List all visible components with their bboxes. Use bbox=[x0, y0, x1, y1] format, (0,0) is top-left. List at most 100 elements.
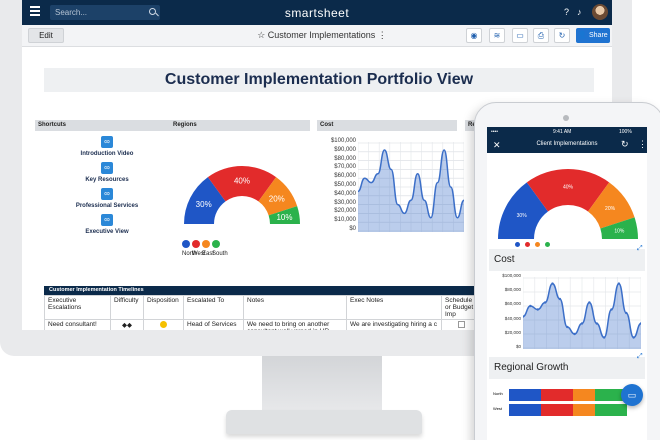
legend-item-east: East bbox=[535, 240, 544, 256]
app-logo[interactable]: smartsheet bbox=[262, 6, 372, 20]
data-point bbox=[602, 336, 606, 339]
data-point bbox=[632, 336, 635, 339]
monitor-icon: ▭ bbox=[627, 390, 637, 400]
battery-level: 100% bbox=[619, 129, 632, 135]
legend-item-east: East bbox=[202, 240, 214, 257]
table-cell[interactable]: Need consultant! bbox=[44, 319, 111, 330]
phone-status-bar: •••• 9:41 AM 100% bbox=[487, 127, 647, 137]
shortcut-introduction-video[interactable]: ∞ Introduction Video bbox=[52, 136, 162, 157]
legend-item-west: West bbox=[525, 240, 535, 256]
more-icon[interactable]: ⋮ bbox=[638, 139, 647, 150]
search-icon[interactable] bbox=[149, 8, 156, 15]
data-point bbox=[610, 308, 613, 311]
y-tick-label: $70,000 bbox=[334, 164, 356, 171]
table-cell[interactable]: Head of Services bbox=[183, 319, 244, 330]
menu-icon[interactable] bbox=[30, 6, 40, 18]
settings-sliders-icon[interactable]: ≋ bbox=[489, 28, 505, 43]
expand-icon[interactable]: ⤢ bbox=[637, 245, 643, 253]
legend-item-north: North bbox=[515, 240, 526, 256]
checkbox-icon[interactable] bbox=[458, 321, 465, 328]
column-header[interactable]: Executive Escalations bbox=[44, 295, 111, 320]
y-tick-label: $30,000 bbox=[334, 199, 356, 206]
table-cell[interactable]: We are investigating hiring a c bbox=[346, 319, 442, 330]
data-point bbox=[617, 282, 621, 285]
legend-swatch bbox=[535, 242, 540, 248]
data-point bbox=[529, 304, 532, 308]
shortcut-label[interactable]: Introduction Video bbox=[52, 151, 162, 157]
phone-regions-gauge: 30% 40% 20% 10% bbox=[498, 169, 638, 239]
link-icon: ∞ bbox=[101, 214, 113, 226]
search-input[interactable]: Search... bbox=[50, 5, 160, 20]
y-tick-label: $80,000 bbox=[334, 155, 356, 162]
column-header[interactable]: Disposition bbox=[143, 295, 184, 320]
avatar[interactable] bbox=[592, 4, 608, 20]
column-header[interactable]: Difficulty bbox=[110, 295, 144, 320]
gauge-label: 30% bbox=[517, 213, 528, 219]
link-icon: ∞ bbox=[101, 162, 113, 174]
print-icon[interactable]: ⎙ bbox=[533, 28, 549, 43]
regions-widget-title: Regions bbox=[170, 120, 310, 131]
gauge-label: 30% bbox=[196, 200, 212, 209]
sheet-title[interactable]: ☆ Customer Implementations ⋮ bbox=[242, 30, 402, 41]
refresh-icon[interactable]: ↻ bbox=[554, 28, 570, 43]
y-tick-label: $20,000 bbox=[334, 208, 356, 215]
growth-bar-north bbox=[509, 389, 628, 401]
y-tick-label: $60,000 bbox=[504, 301, 521, 307]
help-icon[interactable]: ? bbox=[564, 7, 569, 17]
desktop-view-button[interactable]: ▭ bbox=[621, 384, 643, 406]
legend-item-west: West bbox=[192, 240, 206, 257]
phone-cost-header: Cost bbox=[489, 249, 645, 271]
growth-bar-west bbox=[509, 404, 628, 416]
phone-cost-chart bbox=[523, 277, 641, 349]
refresh-icon[interactable]: ↻ bbox=[621, 139, 629, 150]
close-icon[interactable]: ✕ bbox=[493, 140, 501, 151]
disposition-cell[interactable] bbox=[143, 319, 184, 330]
timeline-table: Executive Escalations Difficulty Disposi… bbox=[44, 295, 482, 330]
difficulty-cell[interactable]: ◆◆ bbox=[110, 319, 144, 330]
legend-swatch bbox=[212, 240, 220, 248]
shortcut-label[interactable]: Key Resources bbox=[52, 177, 162, 183]
y-tick-label: $40,000 bbox=[334, 190, 356, 197]
monitor-stand bbox=[262, 356, 382, 414]
monitor-base bbox=[226, 410, 422, 434]
growth-row-label: West bbox=[493, 406, 503, 411]
legend-swatch bbox=[182, 240, 190, 248]
shortcut-key-resources[interactable]: ∞ Key Resources bbox=[52, 162, 162, 183]
column-header[interactable]: Notes bbox=[243, 295, 347, 320]
phone-title: Client Implementations bbox=[536, 141, 598, 147]
y-tick-label: $80,000 bbox=[504, 287, 521, 293]
shortcut-label[interactable]: Professional Services bbox=[52, 203, 162, 209]
phone-regional-growth-header: Regional Growth bbox=[489, 357, 645, 379]
gauge-label: 20% bbox=[605, 206, 616, 212]
expand-icon[interactable]: ⤢ bbox=[637, 353, 643, 361]
shortcut-professional-services[interactable]: ∞ Professional Services bbox=[52, 188, 162, 209]
y-tick-label: $10,000 bbox=[334, 217, 356, 224]
bell-icon[interactable]: ♪ bbox=[577, 7, 582, 17]
legend-item-south: South bbox=[212, 240, 228, 257]
table-row[interactable]: Need consultant! ◆◆ Head of Services We … bbox=[44, 319, 482, 330]
data-point bbox=[566, 325, 569, 329]
edit-button[interactable]: Edit bbox=[28, 28, 64, 43]
table-cell[interactable]: We need to bring on another consultant w… bbox=[243, 319, 347, 330]
globe-icon[interactable]: ◉ bbox=[466, 28, 482, 43]
column-header[interactable]: Escalated To bbox=[183, 295, 244, 320]
gauge-label: 10% bbox=[614, 229, 625, 235]
data-point bbox=[543, 301, 547, 304]
share-button[interactable]: 👤 Share bbox=[576, 28, 610, 43]
y-tick-label: $20,000 bbox=[504, 329, 521, 335]
data-point bbox=[595, 322, 598, 325]
shortcut-label[interactable]: Executive View bbox=[52, 229, 162, 235]
shortcut-executive-view[interactable]: ∞ Executive View bbox=[52, 214, 162, 235]
legend-swatch bbox=[192, 240, 200, 248]
top-navigation: Search... smartsheet ? ♪ bbox=[22, 0, 612, 25]
y-tick-label: $0 bbox=[349, 226, 356, 232]
y-tick-label: $40,000 bbox=[504, 315, 521, 321]
shortcuts-widget-title: Shortcuts bbox=[35, 120, 175, 131]
table-header-row: Executive Escalations Difficulty Disposi… bbox=[44, 295, 482, 320]
phone-screen: •••• 9:41 AM 100% ✕ Client Implementatio… bbox=[487, 127, 647, 440]
data-point bbox=[588, 301, 591, 304]
column-header[interactable]: Exec Notes bbox=[346, 295, 442, 320]
monitor-icon[interactable]: ▭ bbox=[512, 28, 528, 43]
data-point bbox=[551, 282, 554, 285]
data-point bbox=[536, 308, 539, 311]
